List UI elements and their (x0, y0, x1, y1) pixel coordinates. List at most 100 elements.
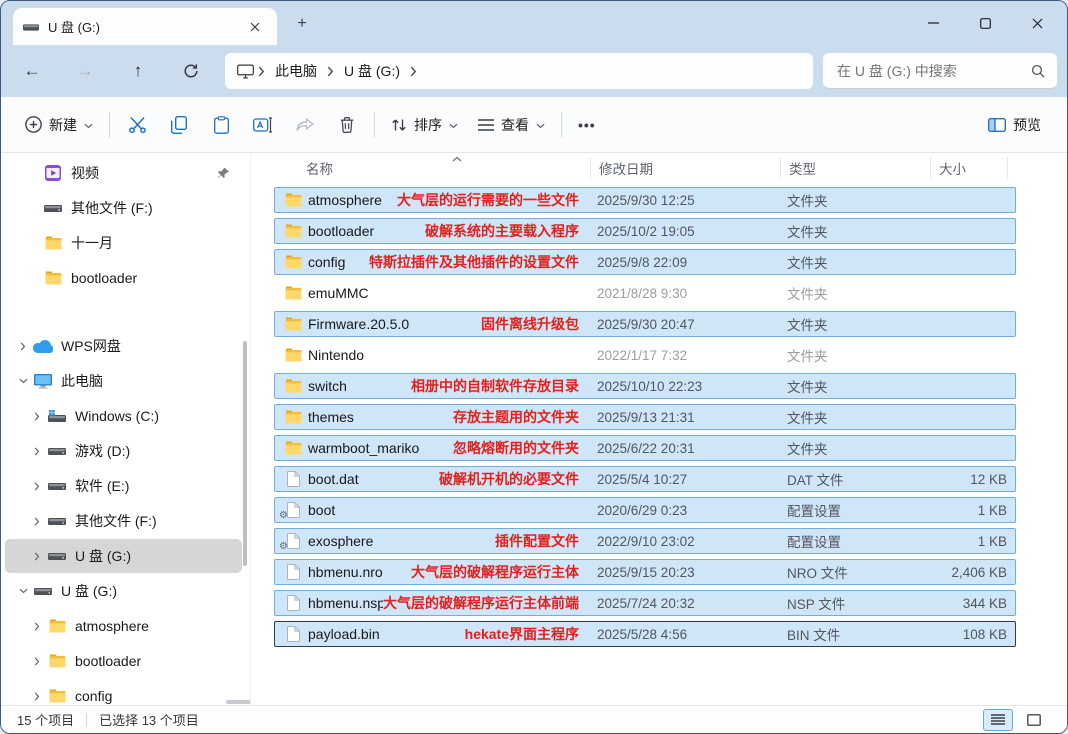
file-date-modified: 2025/5/28 4:56 (589, 627, 779, 642)
copy-button[interactable] (158, 106, 200, 144)
maximize-button[interactable] (959, 1, 1011, 45)
back-button[interactable]: ← (13, 53, 51, 89)
folder-icon (281, 317, 305, 331)
chevron-right-icon[interactable] (29, 412, 45, 421)
command-bar: 新建 (1, 97, 1067, 153)
this-pc-icon[interactable] (237, 64, 254, 79)
file-row-hbmenu.nro[interactable]: hbmenu.nro大气层的破解程序运行主体2025/9/15 20:23NRO… (274, 559, 1016, 585)
sidebar-item-十一月[interactable]: 十一月 (5, 226, 242, 260)
preview-button[interactable]: 预览 (978, 106, 1051, 144)
search-box[interactable] (823, 53, 1057, 89)
details-view-button[interactable] (983, 709, 1013, 731)
sidebar-vertical-scrollbar[interactable] (243, 341, 247, 566)
chevron-right-icon[interactable] (29, 657, 45, 666)
file-row-boot.dat[interactable]: boot.dat破解机开机的必要文件2025/5/4 10:27DAT 文件12… (274, 466, 1016, 492)
folder-icon (281, 410, 305, 424)
sidebar-item-windows-c-[interactable]: Windows (C:) (5, 399, 242, 433)
large-icons-view-button[interactable] (1019, 709, 1049, 731)
column-type[interactable]: 类型 (780, 157, 930, 179)
chevron-right-icon[interactable] (29, 692, 45, 701)
share-icon (296, 118, 314, 132)
sidebar-horizontal-scrollbar[interactable] (226, 700, 251, 704)
sidebar-item-atmosphere[interactable]: atmosphere (5, 609, 242, 643)
sidebar-item-config[interactable]: config (5, 679, 242, 705)
sidebar-item-label: 其他文件 (F:) (71, 198, 153, 218)
file-row-Nintendo[interactable]: Nintendo2022/1/17 7:32文件夹 (274, 342, 1016, 368)
folder-icon (41, 236, 65, 250)
column-name[interactable]: 名称 (304, 157, 590, 179)
chevron-right-icon[interactable] (29, 482, 45, 491)
sidebar-item-此电脑[interactable]: 此电脑 (5, 364, 242, 398)
sidebar-item-软件-e-[interactable]: 软件 (E:) (5, 469, 242, 503)
sidebar-item-bootloader[interactable]: bootloader (5, 261, 242, 295)
chevron-right-icon[interactable] (29, 622, 45, 631)
scissors-icon (128, 116, 147, 133)
chevron-down-icon (449, 123, 458, 129)
minimize-button[interactable] (907, 1, 959, 45)
pinned-section: 视频其他文件 (F:) 十一月bootloader (1, 156, 250, 295)
file-type: 文件夹 (779, 376, 929, 396)
chevron-down-icon[interactable] (15, 588, 31, 594)
file-row-emuMMC[interactable]: emuMMC2021/8/28 9:30文件夹 (274, 280, 1016, 306)
file-row-exosphere[interactable]: ⚙exosphere插件配置文件2022/9/10 23:02配置设置1 KB (274, 528, 1016, 554)
sort-button[interactable]: 排序 (381, 106, 468, 144)
tab-u-drive[interactable]: U 盘 (G:) (13, 8, 277, 45)
file-row-themes[interactable]: themes存放主题用的文件夹2025/9/13 21:31文件夹 (274, 404, 1016, 430)
file-name: exosphere (305, 533, 495, 549)
sidebar-item-bootloader[interactable]: bootloader (5, 644, 242, 678)
sidebar-item-视频[interactable]: 视频 (5, 156, 242, 190)
copy-icon (171, 116, 187, 134)
sidebar-item-游戏-d-[interactable]: 游戏 (D:) (5, 434, 242, 468)
tab-close-icon[interactable] (243, 15, 267, 39)
breadcrumb-u-drive[interactable]: U 盘 (G:) (336, 58, 408, 84)
sidebar-item-其他文件-f-[interactable]: 其他文件 (F:) (5, 504, 242, 538)
annotation-text: 固件离线升级包 (481, 314, 579, 334)
file-name: atmosphere (305, 192, 397, 208)
chevron-right-icon[interactable] (15, 342, 31, 351)
new-button[interactable]: 新建 (15, 106, 103, 144)
chevron-right-icon[interactable] (29, 552, 45, 561)
sidebar-item-u-盘-g-[interactable]: U 盘 (G:) (5, 574, 242, 608)
file-row-switch[interactable]: switch相册中的自制软件存放目录2025/10/10 22:23文件夹 (274, 373, 1016, 399)
chevron-down-icon[interactable] (15, 378, 31, 384)
refresh-button[interactable] (172, 53, 210, 89)
file-date-modified: 2025/6/22 20:31 (589, 441, 779, 456)
close-button[interactable] (1011, 1, 1063, 45)
forward-button[interactable]: → (66, 53, 104, 89)
up-button[interactable]: ↑ (119, 53, 157, 89)
sidebar-item-其他文件-f-[interactable]: 其他文件 (F:) (5, 191, 242, 225)
sidebar-item-u-盘-g-[interactable]: U 盘 (G:) (5, 539, 242, 573)
file-date-modified: 2022/9/10 23:02 (589, 534, 779, 549)
file-row-boot[interactable]: ⚙boot2020/6/29 0:23配置设置1 KB (274, 497, 1016, 523)
file-row-warmboot_mariko[interactable]: warmboot_mariko忽略熔断用的文件夹2025/6/22 20:31文… (274, 435, 1016, 461)
more-options-button[interactable]: ••• (568, 106, 606, 144)
chevron-right-icon[interactable] (29, 447, 45, 456)
delete-button[interactable] (326, 106, 368, 144)
toolbar-divider (561, 112, 562, 138)
column-date-modified[interactable]: 修改日期 (590, 157, 780, 179)
file-row-payload.bin[interactable]: payload.binhekate界面主程序2025/5/28 4:56BIN … (274, 621, 1016, 647)
address-bar[interactable]: 此电脑 U 盘 (G:) (225, 53, 813, 89)
rename-button[interactable] (242, 106, 284, 144)
paste-button[interactable] (200, 106, 242, 144)
search-input[interactable] (823, 63, 1031, 79)
column-size[interactable]: 大小 (930, 157, 1008, 179)
file-date-modified: 2025/9/15 20:23 (589, 565, 779, 580)
drive-icon (45, 448, 69, 455)
file-row-config[interactable]: config特斯拉插件及其他插件的设置文件2025/9/8 22:09文件夹 (274, 249, 1016, 275)
file-type: NSP 文件 (779, 593, 929, 613)
chevron-right-icon[interactable] (29, 517, 45, 526)
file-row-hbmenu.nsp[interactable]: hbmenu.nsp大气层的破解程序运行主体前端2025/7/24 20:32N… (274, 590, 1016, 616)
file-row-bootloader[interactable]: bootloader破解系统的主要载入程序2025/10/2 19:05文件夹 (274, 218, 1016, 244)
view-button[interactable]: 查看 (468, 106, 555, 144)
file-icon (281, 626, 305, 642)
file-row-Firmware.20.5.0[interactable]: Firmware.20.5.0固件离线升级包2025/9/30 20:47文件夹 (274, 311, 1016, 337)
sidebar-item-wps网盘[interactable]: WPS网盘 (5, 329, 242, 363)
cut-button[interactable] (116, 106, 158, 144)
breadcrumb-this-pc[interactable]: 此电脑 (267, 58, 325, 84)
share-button[interactable] (284, 106, 326, 144)
file-row-atmosphere[interactable]: atmosphere大气层的运行需要的一些文件2025/9/30 12:25文件… (274, 187, 1016, 213)
new-tab-button[interactable]: + (289, 13, 315, 35)
column-headers: 名称 修改日期 类型 大小 (280, 153, 1008, 183)
item-count: 15 个项目 (17, 710, 74, 729)
